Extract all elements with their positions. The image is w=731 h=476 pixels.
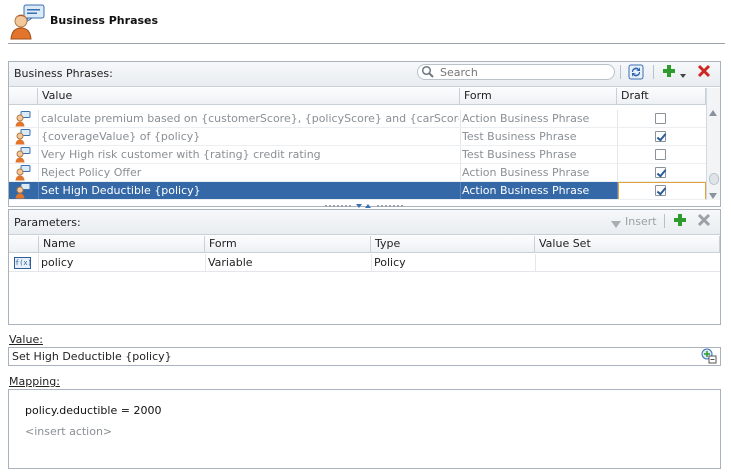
table-row[interactable]: Reject Policy Offer Action Business Phras… [9, 164, 706, 182]
column-divider [460, 164, 461, 182]
business-phrases-label: Business Phrases: [14, 67, 113, 80]
column-divider [38, 128, 39, 146]
value-label: Value: [9, 333, 43, 346]
param-column-header-type[interactable]: Type [371, 236, 535, 253]
column-header-value[interactable]: Value [38, 88, 460, 105]
column-divider [460, 146, 461, 164]
phrase-value: Reject Policy Offer [41, 166, 142, 179]
business-phrase-icon [15, 183, 31, 199]
column-divider [460, 110, 461, 128]
refresh-icon[interactable] [628, 64, 644, 80]
phrase-value: Very High risk customer with {rating} cr… [41, 148, 321, 161]
column-divider [38, 164, 39, 182]
column-divider [460, 182, 461, 200]
business-phrase-icon [15, 165, 31, 181]
table-row[interactable]: Set High Deductible {policy} Action Busin… [9, 182, 706, 200]
insert-button[interactable]: Insert [625, 215, 657, 228]
column-divider [371, 254, 372, 272]
toolbar-separator [664, 214, 665, 228]
mapping-editor[interactable] [8, 389, 721, 469]
insert-action-link[interactable]: <insert action> [25, 425, 112, 438]
column-divider [535, 254, 536, 272]
column-divider [205, 254, 206, 272]
delete-icon[interactable] [697, 64, 711, 78]
draft-checkbox[interactable] [655, 167, 666, 178]
column-divider [617, 164, 618, 182]
value-field[interactable] [8, 347, 721, 366]
column-divider [460, 128, 461, 146]
splitter-handle[interactable] [320, 200, 410, 208]
phrase-value: Set High Deductible {policy} [41, 184, 201, 197]
phrase-form: Action Business Phrase [462, 184, 590, 197]
phrase-form: Action Business Phrase [462, 112, 590, 125]
parameters-label: Parameters: [14, 216, 81, 229]
column-divider [38, 182, 39, 200]
param-column-header-value-set[interactable]: Value Set [535, 236, 720, 253]
toolbar-separator [620, 65, 621, 79]
param-type: Policy [374, 256, 406, 269]
phrase-form: Test Business Phrase [462, 130, 577, 143]
table-row[interactable]: calculate premium based on {customerScor… [9, 110, 706, 128]
draft-checkbox[interactable] [655, 131, 666, 142]
phrase-form: Test Business Phrase [462, 148, 577, 161]
mapping-statement[interactable]: policy.deductible = 2000 [25, 404, 161, 417]
function-parameter-icon: f(x) [14, 257, 32, 269]
param-column-header-name[interactable]: Name [39, 236, 205, 253]
phrase-value: calculate premium based on {customerScor… [41, 112, 459, 125]
search-icon [421, 65, 435, 79]
param-form: Variable [208, 256, 253, 269]
search-input[interactable] [440, 65, 610, 79]
column-divider [617, 128, 618, 146]
param-column-header-icon [9, 236, 39, 253]
draft-checkbox[interactable] [655, 113, 666, 124]
add-icon[interactable] [662, 64, 676, 78]
header-divider [8, 43, 725, 44]
draft-checkbox[interactable] [655, 185, 666, 196]
column-header-draft[interactable]: Draft [617, 88, 706, 105]
column-divider [617, 182, 618, 200]
scrollbar-thumb[interactable] [709, 173, 719, 185]
chevron-down-icon[interactable] [680, 69, 686, 78]
table-row[interactable]: Very High risk customer with {rating} cr… [9, 146, 706, 164]
toolbar-separator [653, 65, 654, 79]
scroll-down-icon[interactable] [709, 189, 717, 199]
business-phrase-icon [15, 147, 31, 163]
column-divider [38, 110, 39, 128]
column-header-form[interactable]: Form [460, 88, 617, 105]
column-divider [38, 146, 39, 164]
column-divider [38, 254, 39, 272]
business-phrase-icon [15, 129, 31, 145]
insert-dropdown-icon [611, 218, 621, 228]
table-row[interactable]: f(x) policy Variable Policy [9, 254, 720, 272]
mapping-label-text: Mapping: [9, 375, 60, 388]
business-phrase-icon [15, 111, 31, 127]
delete-parameter-icon [697, 213, 711, 227]
param-name: policy [41, 256, 74, 269]
column-header-icon [9, 88, 38, 105]
table-row[interactable]: {coverageValue} of {policy} Test Business… [9, 128, 706, 146]
business-phrase-person-icon [8, 4, 46, 40]
phrase-form: Action Business Phrase [462, 166, 590, 179]
value-label-text: Value: [9, 333, 43, 346]
phrase-value: {coverageValue} of {policy} [41, 130, 201, 143]
draft-checkbox[interactable] [655, 149, 666, 160]
edit-expression-icon[interactable] [701, 348, 717, 364]
column-divider [617, 110, 618, 128]
column-divider [617, 146, 618, 164]
page-title: Business Phrases [50, 14, 159, 27]
mapping-label: Mapping: [9, 375, 60, 388]
scroll-up-icon[interactable] [709, 106, 717, 116]
add-parameter-icon[interactable] [673, 213, 687, 227]
param-column-header-form[interactable]: Form [205, 236, 371, 253]
